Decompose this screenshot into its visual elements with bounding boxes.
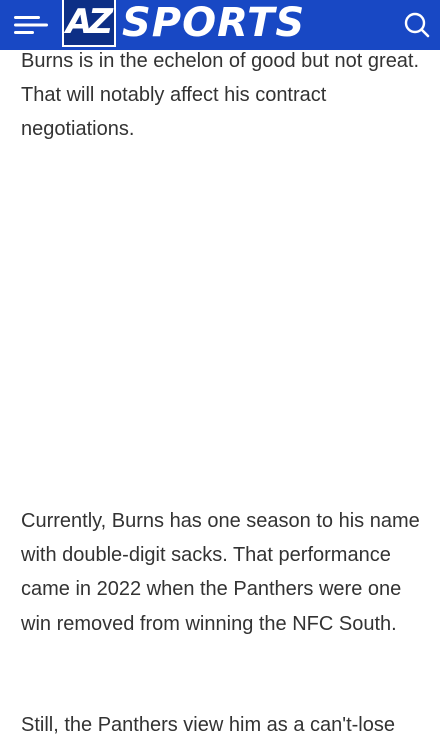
ad-placeholder [21,167,421,507]
site-header: AZ SPORTS [0,0,440,50]
logo-badge: AZ [62,0,116,47]
menu-button[interactable] [14,11,50,39]
search-button[interactable] [402,10,432,40]
site-logo[interactable]: AZ SPORTS [62,0,362,50]
logo-badge-text: AZ [66,2,113,42]
search-icon [404,12,430,38]
article-paragraph: Still, the Panthers view him as a can't-… [21,714,395,736]
article-paragraph: Burns is in the echelon of good but not … [21,50,420,141]
article-paragraph: Currently, Burns has one season to his n… [21,510,420,635]
menu-icon [14,16,48,34]
logo-wordmark: SPORTS [122,0,306,46]
